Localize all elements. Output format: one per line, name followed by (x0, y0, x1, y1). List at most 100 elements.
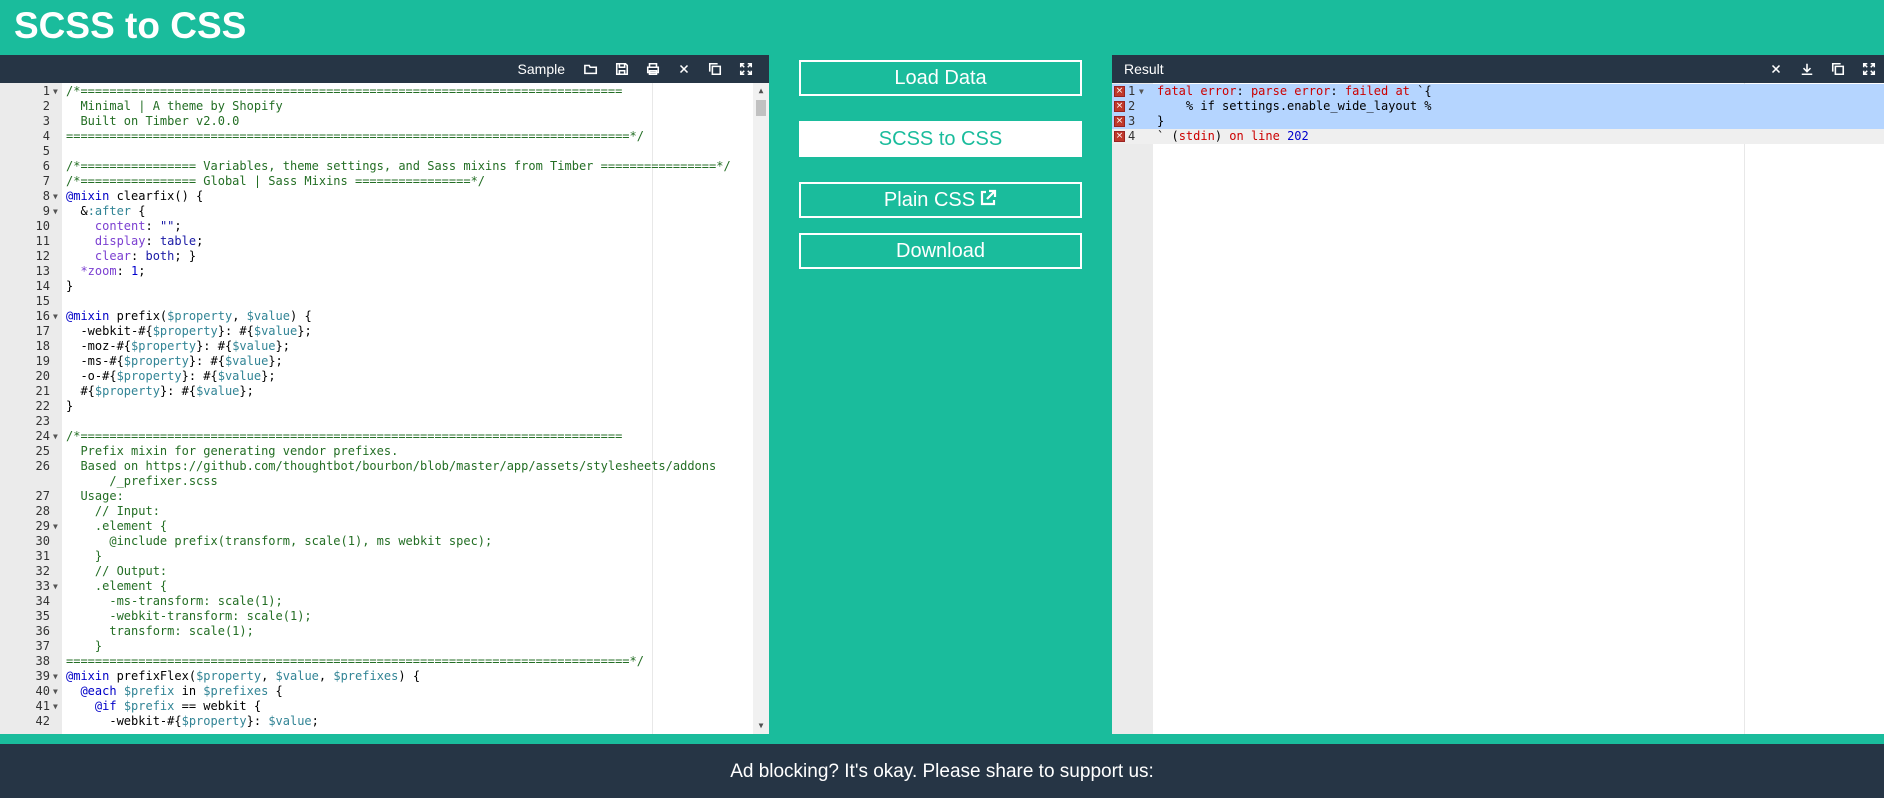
fold-toggle-icon[interactable]: ▼ (53, 429, 58, 444)
line-text: -ms-transform: scale(1); (66, 594, 283, 608)
source-code-lines[interactable]: 1 ▼/*====================================… (0, 84, 753, 729)
fold-toggle-icon[interactable]: ▼ (53, 699, 58, 714)
line-text: @include prefix(transform, scale(1), ms … (66, 534, 493, 548)
fullscreen-icon[interactable] (730, 55, 761, 83)
code-line[interactable]: 8 ▼ @mixin clearfix() { (0, 189, 753, 204)
code-line[interactable]: 37 } (0, 639, 753, 654)
code-line[interactable]: 39 ▼ @mixin prefixFlex($property, $value, … (0, 669, 753, 684)
fold-toggle-icon[interactable]: ▼ (53, 669, 58, 684)
code-line[interactable]: 34 -ms-transform: scale(1); (0, 594, 753, 609)
code-line[interactable]: × 2 % if settings.enable_wide_layout % (1112, 99, 1884, 114)
line-number: 17 (35, 324, 50, 338)
code-line[interactable]: 10 content: ""; (0, 219, 753, 234)
code-line[interactable]: 31 } (0, 549, 753, 564)
code-line[interactable]: 42 -webkit-#{$property}: $value; (0, 714, 753, 729)
code-line[interactable]: 11 display: table; (0, 234, 753, 249)
code-line[interactable]: 32 // Output: (0, 564, 753, 579)
code-line[interactable]: 25 Prefix mixin for generating vendor pr… (0, 444, 753, 459)
code-line[interactable]: 13 *zoom: 1; (0, 264, 753, 279)
fold-toggle-icon[interactable]: ▼ (53, 204, 58, 219)
code-line[interactable]: 30 @include prefix(transform, scale(1), … (0, 534, 753, 549)
result-code-area[interactable]: × 1 ▼ fatal error: parse error: failed at `… (1112, 83, 1884, 734)
code-line[interactable]: 7 /*================ Global | Sass Mixins… (0, 174, 753, 189)
code-line[interactable]: 6 /*================ Variables, theme set… (0, 159, 753, 174)
code-line[interactable]: 35 -webkit-transform: scale(1); (0, 609, 753, 624)
code-line[interactable]: 27 Usage: (0, 489, 753, 504)
code-line[interactable]: /_prefixer.scss (0, 474, 753, 489)
code-line[interactable]: 14} (0, 279, 753, 294)
code-line[interactable]: 12 clear: both; } (0, 249, 753, 264)
line-number: 38 (35, 654, 50, 668)
code-line[interactable]: 22} (0, 399, 753, 414)
fullscreen-icon[interactable] (1853, 55, 1884, 83)
code-line[interactable]: 4 =======================================… (0, 129, 753, 144)
line-text: ========================================… (66, 129, 644, 143)
save-icon[interactable] (606, 55, 637, 83)
download-icon[interactable] (1791, 55, 1822, 83)
scroll-up-icon[interactable]: ▲ (753, 83, 769, 99)
code-line[interactable]: 19 -ms-#{$property}: #{$value}; (0, 354, 753, 369)
line-number: 3 (42, 114, 50, 128)
code-line[interactable]: 18 -moz-#{$property}: #{$value}; (0, 339, 753, 354)
download-button[interactable]: Download (799, 233, 1082, 269)
scroll-thumb[interactable] (756, 100, 766, 116)
code-line[interactable]: 5 (0, 144, 753, 159)
line-text: display: table; (66, 234, 204, 248)
code-line[interactable]: 26 Based on https://github.com/thoughtbo… (0, 459, 753, 474)
code-line[interactable]: 15 (0, 294, 753, 309)
code-line[interactable]: 3 Built on Timber v2.0.0 (0, 114, 753, 129)
copy-icon[interactable] (1822, 55, 1853, 83)
code-line[interactable]: 23 (0, 414, 753, 429)
code-line[interactable]: 36 transform: scale(1); (0, 624, 753, 639)
line-number: 19 (35, 354, 50, 368)
line-number: 33 (35, 579, 50, 593)
fold-toggle-icon[interactable]: ▼ (53, 519, 58, 534)
folder-open-icon[interactable] (575, 55, 606, 83)
scss-to-css-button[interactable]: SCSS to CSS (799, 121, 1082, 157)
line-text: Built on Timber v2.0.0 (66, 114, 240, 128)
fold-toggle-icon[interactable]: ▼ (53, 189, 58, 204)
scroll-down-icon[interactable]: ▼ (753, 718, 769, 734)
code-line[interactable]: 2 Minimal | A theme by Shopify (0, 99, 753, 114)
code-line[interactable]: 40 ▼ @each $prefix in $prefixes { (0, 684, 753, 699)
code-line[interactable]: 33 ▼ .element { (0, 579, 753, 594)
code-line[interactable]: 16 ▼ @mixin prefix($property, $value) { (0, 309, 753, 324)
line-text: % if settings.enable_wide_layout % (1157, 99, 1432, 113)
code-line[interactable]: × 4 ` (stdin) on line 202 (1112, 129, 1884, 144)
fold-toggle-icon[interactable]: ▼ (1139, 84, 1144, 99)
code-line[interactable]: 1 ▼ /*====================================… (0, 84, 753, 99)
fold-toggle-icon[interactable]: ▼ (53, 579, 58, 594)
code-line[interactable]: × 3} (1112, 114, 1884, 129)
line-number: 4 (1128, 129, 1136, 143)
line-text: } (66, 399, 74, 413)
plain-css-button[interactable]: Plain CSS (799, 182, 1082, 218)
fold-toggle-icon[interactable]: ▼ (53, 684, 58, 699)
close-icon[interactable] (668, 55, 699, 83)
code-line[interactable]: 20 -o-#{$property}: #{$value}; (0, 369, 753, 384)
fold-toggle-icon[interactable]: ▼ (53, 84, 58, 99)
load-data-button[interactable]: Load Data (799, 60, 1082, 96)
fold-toggle-icon[interactable]: ▼ (53, 309, 58, 324)
copy-icon[interactable] (699, 55, 730, 83)
code-line[interactable]: 29 ▼ .element { (0, 519, 753, 534)
line-text: ` (stdin) on line 202 (1157, 129, 1309, 143)
code-line[interactable]: 17 -webkit-#{$property}: #{$value}; (0, 324, 753, 339)
source-scrollbar[interactable]: ▲ ▼ (753, 83, 769, 734)
source-code-area[interactable]: 1 ▼/*====================================… (0, 83, 769, 734)
line-text: .element { (66, 519, 168, 533)
code-line[interactable]: 9 ▼ &:after { (0, 204, 753, 219)
code-line[interactable]: 24 ▼ /*===================================… (0, 429, 753, 444)
print-icon[interactable] (637, 55, 668, 83)
line-number: 26 (35, 459, 50, 473)
code-line[interactable]: × 1 ▼ fatal error: parse error: failed at `… (1112, 84, 1884, 99)
code-line[interactable]: 38 ======================================… (0, 654, 753, 669)
line-number: 36 (35, 624, 50, 638)
code-line[interactable]: 28 // Input: (0, 504, 753, 519)
line-text: *zoom: 1; (66, 264, 146, 278)
result-code-lines[interactable]: × 1 ▼ fatal error: parse error: failed at `… (1112, 84, 1884, 144)
source-editor-header: Sample (0, 55, 769, 83)
code-line[interactable]: 41 ▼ @if $prefix == webkit { (0, 699, 753, 714)
close-icon[interactable] (1760, 55, 1791, 83)
line-text: #{$property}: #{$value}; (66, 384, 254, 398)
code-line[interactable]: 21 #{$property}: #{$value}; (0, 384, 753, 399)
